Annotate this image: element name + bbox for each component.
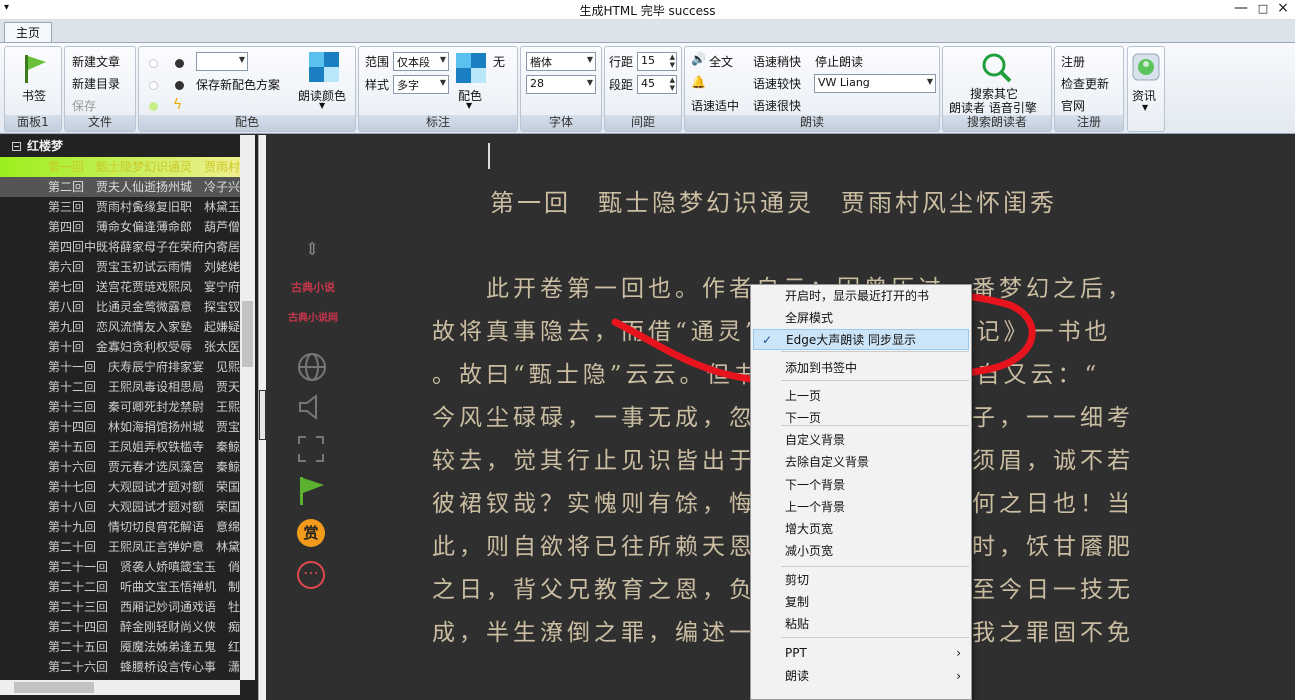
menu-item-label: 粘贴 [785, 617, 810, 631]
menu-item[interactable]: 上一页 [753, 386, 969, 407]
menu-item[interactable]: 自定义背景 [753, 430, 969, 451]
menu-item-label: 自定义背景 [785, 433, 846, 447]
submenu-arrow-icon: › [956, 646, 961, 660]
menu-separator [781, 425, 969, 426]
menu-separator [781, 351, 969, 352]
menu-item-label: 全屏模式 [785, 311, 834, 325]
menu-item[interactable]: 上一个背景 [753, 497, 969, 518]
menu-item[interactable]: 减小页宽 [753, 541, 969, 562]
menu-item-label: 上一页 [785, 389, 822, 403]
menu-separator [781, 637, 969, 638]
menu-item[interactable]: 开启时，显示最近打开的书 [753, 286, 969, 307]
menu-item[interactable]: 添加到书签中 [753, 358, 969, 379]
menu-item-label: 开启时，显示最近打开的书 [785, 289, 930, 303]
menu-item[interactable]: 剪切 [753, 570, 969, 591]
menu-item-label: PPT [785, 646, 807, 660]
menu-separator [781, 566, 969, 567]
menu-item-label: 朗读 [785, 669, 810, 683]
menu-item-label: 上一个背景 [785, 500, 846, 514]
menu-item-label: 下一页 [785, 411, 822, 425]
menu-item-label: Edge大声朗读 同步显示 [786, 333, 917, 347]
annotation-stroke [611, 290, 1036, 388]
menu-separator [781, 380, 969, 381]
menu-item-label: 复制 [785, 595, 810, 609]
menu-item[interactable]: 复制 [753, 592, 969, 613]
menu-item[interactable]: ✓ Edge大声朗读 同步显示 [753, 329, 969, 350]
menu-item[interactable]: 下一个背景 [753, 475, 969, 496]
menu-item-label: 减小页宽 [785, 544, 834, 558]
menu-item-label: 剪切 [785, 573, 810, 587]
menu-item[interactable]: 朗读 › [753, 666, 969, 687]
menu-item[interactable]: 去除自定义背景 [753, 452, 969, 473]
menu-item[interactable]: 粘贴 [753, 614, 969, 635]
menu-item-label: 添加到书签中 [785, 361, 858, 375]
menu-item-label: 去除自定义背景 [785, 455, 870, 469]
menu-item[interactable]: 全屏模式 [753, 308, 969, 329]
menu-item-label: 增大页宽 [785, 522, 834, 536]
submenu-arrow-icon: › [956, 669, 961, 683]
context-menu: 开启时，显示最近打开的书 全屏模式 ✓ Edge大声朗读 同步显示 添加到书签中 上一页下… [750, 284, 972, 700]
menu-item[interactable]: 增大页宽 [753, 519, 969, 540]
checkmark-icon: ✓ [762, 333, 773, 347]
menu-item[interactable]: PPT › [753, 643, 969, 664]
menu-item-label: 下一个背景 [785, 478, 846, 492]
